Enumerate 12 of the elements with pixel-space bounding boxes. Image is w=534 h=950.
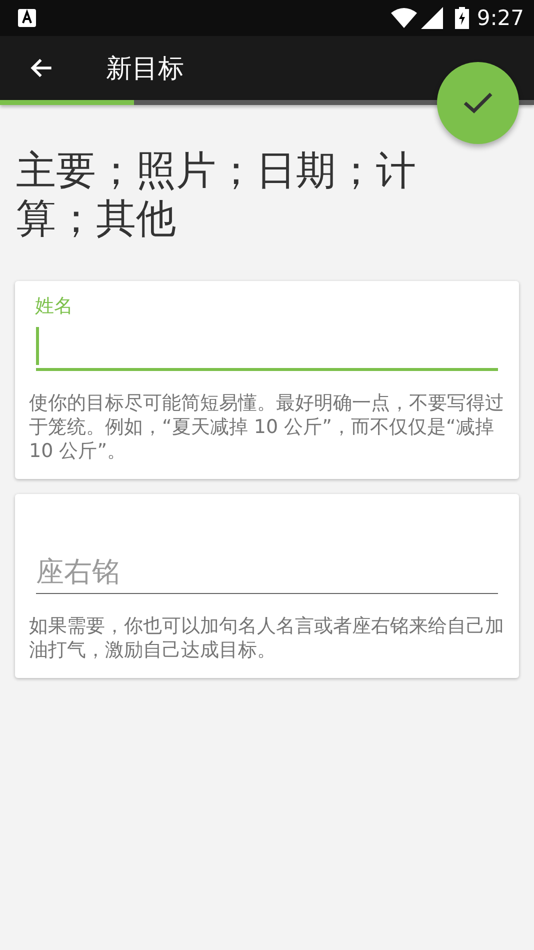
help-text: 如果需要，你也可以加句名人名言或者座右铭来给自己加油打气，激励自己达成目标。 — [29, 614, 505, 662]
wifi-icon — [390, 8, 417, 28]
check-icon — [463, 92, 493, 114]
section-heading: 主要；照片；日期；计算；其他 — [16, 147, 417, 243]
text-field[interactable]: 座右铭 — [36, 550, 498, 594]
help-text: 使你的目标尽可能简短易懂。最好明确一点，不要写得过于笼统。例如，“夏天减掉 10 公斤”，而不仅仅是“减掉 10 公斤”。 — [29, 391, 505, 463]
keyboard-icon — [18, 9, 36, 27]
clock-time: 9:27 — [476, 6, 524, 30]
battery-icon — [454, 7, 469, 29]
signal-icon — [420, 7, 443, 29]
field-label: 姓名 — [35, 294, 74, 319]
toolbar-title: 新目标 — [106, 52, 184, 86]
